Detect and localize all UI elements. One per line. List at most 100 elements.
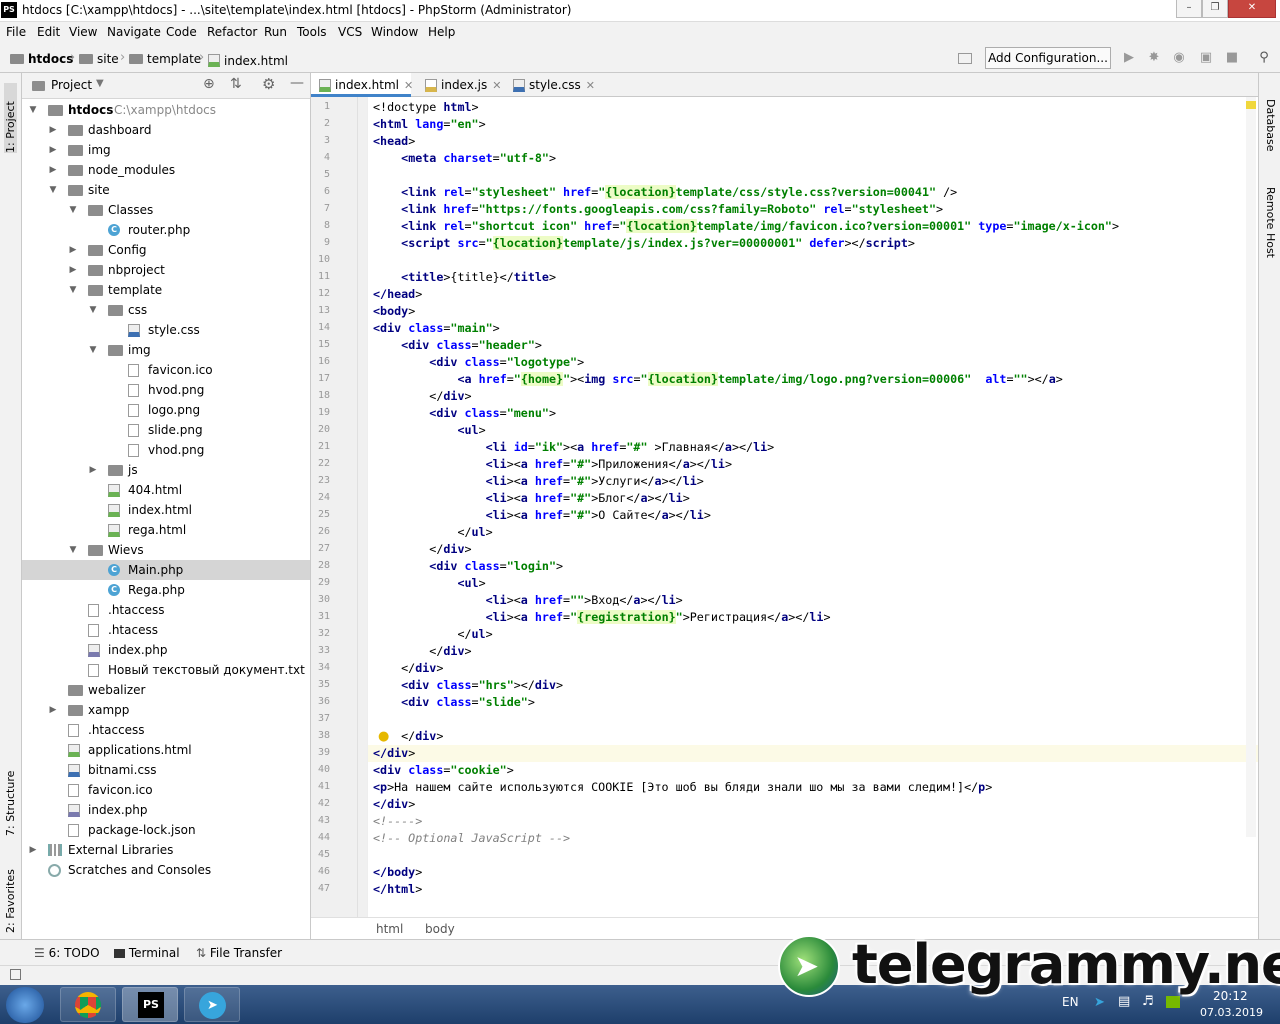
chevron-down-icon[interactable]: ▼ — [68, 540, 78, 560]
code-line[interactable]: </div> — [373, 745, 415, 762]
tree-item[interactable]: 404.html — [22, 480, 310, 500]
code-line[interactable]: </div> — [373, 541, 471, 558]
tab-remote-host[interactable]: Remote Host — [1264, 187, 1277, 258]
run-icon[interactable]: ▶ — [1121, 50, 1137, 66]
tree-item[interactable]: .htaccess — [22, 720, 310, 740]
menu-code[interactable]: Code — [166, 25, 197, 39]
collapse-all-icon[interactable]: ⇅ — [230, 76, 242, 92]
close-tab-icon[interactable]: ✕ — [492, 79, 501, 92]
code-line[interactable]: <meta charset="utf-8"> — [373, 150, 556, 167]
breadcrumb-index-html[interactable]: index.html — [208, 52, 288, 68]
terminal-tool-button[interactable]: Terminal — [114, 946, 180, 960]
code-line[interactable]: <body> — [373, 303, 415, 320]
code-line[interactable]: <head> — [373, 133, 415, 150]
locate-icon[interactable]: ⊕ — [203, 76, 215, 92]
chrome-taskbar-button[interactable] — [60, 987, 116, 1022]
profile-icon[interactable]: ▣ — [1198, 50, 1214, 66]
menu-help[interactable]: Help — [428, 25, 455, 39]
code-line[interactable]: <li><a href="{registration}">Регистрация… — [373, 609, 831, 626]
code-line[interactable]: </div> — [373, 796, 415, 813]
chevron-right-icon[interactable]: ▶ — [48, 160, 58, 180]
code-line[interactable]: <link rel="stylesheet" href="{location}t… — [373, 184, 957, 201]
code-line[interactable]: <p>На нашем сайте используются COOKIE [Э… — [373, 779, 992, 796]
chevron-right-icon[interactable]: ▶ — [68, 240, 78, 260]
stop-icon[interactable]: ■ — [1224, 50, 1240, 66]
editor-breadcrumb-html[interactable]: html — [376, 922, 403, 936]
code-line[interactable]: <li id="ik"><a href="#" >Главная</a></li… — [373, 439, 775, 456]
chevron-down-icon[interactable]: ▼ — [68, 280, 78, 300]
search-everywhere-icon[interactable]: ⚲ — [1256, 50, 1272, 66]
tree-item[interactable]: ▶ node_modules — [22, 160, 310, 180]
tab-project[interactable]: 1: Project — [4, 83, 17, 153]
tree-item[interactable]: favicon.ico — [22, 360, 310, 380]
code-line[interactable]: </div> — [373, 643, 471, 660]
menu-run[interactable]: Run — [264, 25, 287, 39]
tree-item[interactable]: ▶ img — [22, 140, 310, 160]
tree-item[interactable]: Scratches and Consoles — [22, 860, 310, 880]
tree-item[interactable]: ▼ Classes — [22, 200, 310, 220]
breadcrumb-site[interactable]: site — [79, 52, 119, 66]
code-line[interactable]: <li><a href="">Вход</a></li> — [373, 592, 683, 609]
tree-item[interactable]: ▶ dashboard — [22, 120, 310, 140]
chevron-down-icon[interactable]: ▼ — [88, 340, 98, 360]
code-line[interactable]: <div class="login"> — [373, 558, 563, 575]
chevron-down-icon[interactable]: ▼ — [68, 200, 78, 220]
code-line[interactable]: <div class="hrs"></div> — [373, 677, 563, 694]
code-line[interactable]: <html lang="en"> — [373, 116, 486, 133]
project-panel-title[interactable]: Project — [51, 78, 92, 92]
code-line[interactable]: <title>{title}</title> — [373, 269, 556, 286]
code-area[interactable]: ● <!doctype html> <html lang="en"> <head> … — [311, 97, 1258, 917]
tree-item[interactable]: ▶ xampp — [22, 700, 310, 720]
code-line[interactable]: </head> — [373, 286, 422, 303]
code-line[interactable]: <!doctype html> — [373, 99, 479, 116]
tree-item[interactable]: ▶ Config — [22, 240, 310, 260]
tree-item[interactable]: slide.png — [22, 420, 310, 440]
tree-item[interactable]: vhod.png — [22, 440, 310, 460]
tree-item[interactable]: ▼ css — [22, 300, 310, 320]
chevron-right-icon[interactable]: ▶ — [48, 700, 58, 720]
tab-structure[interactable]: 7: Structure — [4, 756, 17, 836]
tree-item[interactable]: ▼ img — [22, 340, 310, 360]
inspection-marker-icon[interactable] — [1246, 101, 1256, 109]
coverage-icon[interactable]: ◉ — [1171, 50, 1187, 66]
code-line[interactable]: <div class="main"> — [373, 320, 500, 337]
menu-navigate[interactable]: Navigate — [107, 25, 161, 39]
tree-item[interactable]: ▼ template — [22, 280, 310, 300]
code-line[interactable]: <div class="logotype"> — [373, 354, 584, 371]
chevron-right-icon[interactable]: ▶ — [48, 120, 58, 140]
menu-edit[interactable]: Edit — [37, 25, 60, 39]
tree-item[interactable]: Новый текстовый документ.txt — [22, 660, 310, 680]
tree-item[interactable]: Crouter.php — [22, 220, 310, 240]
menu-vcs[interactable]: VCS — [338, 25, 362, 39]
tree-item[interactable]: package-lock.json — [22, 820, 310, 840]
tool-windows-icon[interactable] — [10, 969, 21, 980]
code-line[interactable]: </div> — [373, 388, 471, 405]
code-line[interactable]: </ul> — [373, 626, 492, 643]
chevron-right-icon[interactable]: ▶ — [48, 140, 58, 160]
file-transfer-tool-button[interactable]: ⇅ File Transfer — [196, 946, 282, 960]
tree-item[interactable]: rega.html — [22, 520, 310, 540]
chevron-down-icon[interactable]: ▼ — [96, 78, 104, 89]
code-line[interactable]: <li><a href="#">О Сайте</a></li> — [373, 507, 711, 524]
chevron-right-icon[interactable]: ▶ — [28, 840, 38, 860]
tab-database[interactable]: Database — [1264, 99, 1277, 152]
tree-item[interactable]: style.css — [22, 320, 310, 340]
debug-icon[interactable]: ✸ — [1146, 50, 1162, 66]
telegram-taskbar-button[interactable]: ➤ — [184, 987, 240, 1022]
add-configuration-button[interactable]: Add Configuration... — [985, 47, 1111, 69]
tree-item[interactable]: index.php — [22, 800, 310, 820]
chevron-right-icon[interactable]: ▶ — [88, 460, 98, 480]
menu-file[interactable]: File — [6, 25, 26, 39]
tree-item[interactable]: index.html — [22, 500, 310, 520]
code-line[interactable]: </div> — [373, 660, 443, 677]
tree-item[interactable]: .htacess — [22, 620, 310, 640]
start-button[interactable] — [6, 987, 44, 1023]
chevron-down-icon[interactable]: ▼ — [48, 180, 58, 200]
code-line[interactable]: <div class="cookie"> — [373, 762, 514, 779]
menu-view[interactable]: View — [69, 25, 97, 39]
chevron-right-icon[interactable]: ▶ — [68, 260, 78, 280]
code-line[interactable]: </div> — [373, 728, 443, 745]
code-line[interactable]: <div class="header"> — [373, 337, 542, 354]
tree-item[interactable]: applications.html — [22, 740, 310, 760]
code-line[interactable]: <ul> — [373, 422, 485, 439]
